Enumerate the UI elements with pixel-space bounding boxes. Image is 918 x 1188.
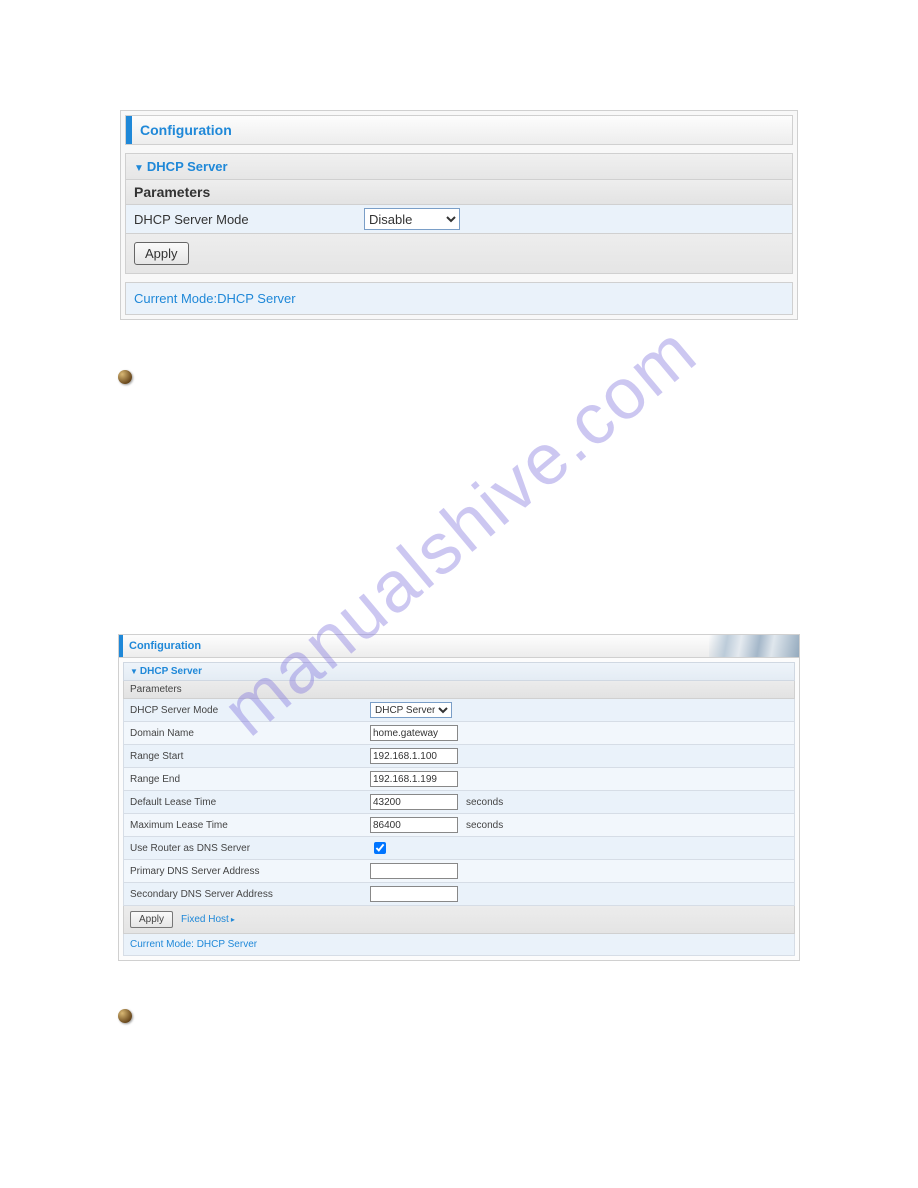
field-label: Domain Name [130,728,370,739]
default-lease-input[interactable] [370,794,458,810]
field-label: Range Start [130,751,370,762]
use-router-dns-checkbox[interactable] [374,842,386,854]
collapse-icon: ▼ [130,667,138,676]
arrow-right-icon: ▸ [231,915,235,924]
config-header: Configuration [125,115,793,145]
apply-row: Apply [125,234,793,274]
parameters-heading: Parameters [125,179,793,205]
config-title: Configuration [140,122,232,138]
current-mode-text: Current Mode: DHCP Server [123,934,795,956]
dhcp-section-header[interactable]: ▼DHCP Server [123,662,795,681]
field-label: DHCP Server Mode [130,705,370,716]
config-panel-disable: Configuration ▼DHCP Server Parameters DH… [120,110,798,320]
config-panel-dhcp-server: Configuration ▼DHCP Server Parameters DH… [118,634,800,961]
secondary-dns-row: Secondary DNS Server Address [123,883,795,906]
range-end-row: Range End [123,768,795,791]
field-label: Range End [130,774,370,785]
unit-label: seconds [466,820,503,831]
domain-name-row: Domain Name [123,722,795,745]
range-end-input[interactable] [370,771,458,787]
bullet-icon [118,1009,132,1023]
secondary-dns-input[interactable] [370,886,458,902]
header-accent-bar [126,116,132,144]
section-title: DHCP Server [140,666,202,677]
field-label: Secondary DNS Server Address [130,889,370,900]
config-header-small: Configuration [119,635,799,658]
config-title: Configuration [129,640,201,652]
range-start-row: Range Start [123,745,795,768]
section-title: DHCP Server [147,159,228,174]
use-router-dns-row: Use Router as DNS Server [123,837,795,860]
dhcp-mode-row: DHCP Server Mode DHCP Server [123,699,795,722]
max-lease-input[interactable] [370,817,458,833]
primary-dns-row: Primary DNS Server Address [123,860,795,883]
dhcp-mode-select[interactable]: Disable [364,208,460,230]
apply-button[interactable]: Apply [134,242,189,265]
dhcp-section-header[interactable]: ▼DHCP Server [125,153,793,179]
bullet-icon [118,370,132,384]
parameters-heading: Parameters [123,681,795,699]
range-start-input[interactable] [370,748,458,764]
header-decoration [709,635,799,657]
field-label: Maximum Lease Time [130,820,370,831]
collapse-icon: ▼ [134,163,144,174]
field-label: Use Router as DNS Server [130,843,370,854]
action-row: Apply Fixed Host▸ [123,906,795,934]
dhcp-mode-row: DHCP Server Mode Disable [125,205,793,234]
fixed-host-label: Fixed Host [181,914,229,925]
field-label: Default Lease Time [130,797,370,808]
header-accent-bar [119,635,123,657]
primary-dns-input[interactable] [370,863,458,879]
fixed-host-link[interactable]: Fixed Host▸ [181,914,235,925]
domain-name-input[interactable] [370,725,458,741]
default-lease-row: Default Lease Time seconds [123,791,795,814]
apply-button[interactable]: Apply [130,911,173,928]
max-lease-row: Maximum Lease Time seconds [123,814,795,837]
unit-label: seconds [466,797,503,808]
current-mode-text: Current Mode:DHCP Server [125,282,793,315]
dhcp-mode-select[interactable]: DHCP Server [370,702,452,718]
dhcp-mode-label: DHCP Server Mode [134,212,364,227]
field-label: Primary DNS Server Address [130,866,370,877]
